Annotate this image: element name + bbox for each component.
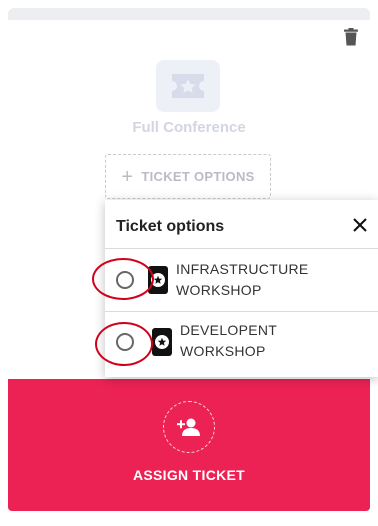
highlight-ring [92,258,154,300]
option-label-line2: WORKSHOP [176,282,262,298]
ticket-star-icon [152,328,172,356]
card-top-strip [8,8,370,20]
assign-ticket-button[interactable]: ASSIGN TICKET [8,379,370,511]
ticket-options-button[interactable]: + TICKET OPTIONS [105,154,271,199]
ticket-name: Full Conference [132,119,246,136]
highlight-ring [95,322,153,366]
close-icon[interactable] [352,217,368,233]
add-person-icon [163,401,215,453]
ticket-star-icon [156,60,220,112]
popover-header: Ticket options [105,200,378,249]
plus-icon: + [121,165,134,188]
trash-icon[interactable] [344,28,358,46]
ticket-options-label: TICKET OPTIONS [141,169,255,184]
option-label-line1: DEVELOPENT [180,322,278,338]
assign-ticket-label: ASSIGN TICKET [132,467,246,483]
option-label-line2: WORKSHOP [180,343,266,359]
option-label: DEVELOPENT WORKSHOP [180,320,277,362]
option-label-line1: INFRASTRUCTURE [176,261,309,277]
popover-title: Ticket options [116,218,225,235]
option-label: INFRASTRUCTURE WORKSHOP [176,259,309,301]
